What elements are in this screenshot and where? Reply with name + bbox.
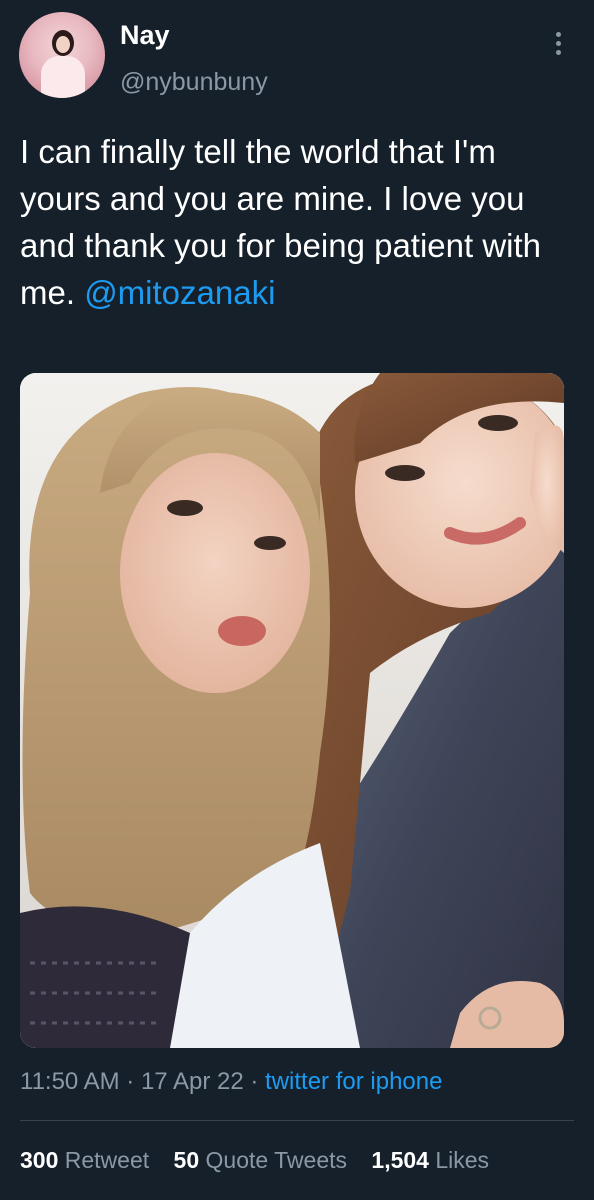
tweet-date[interactable]: 17 Apr 22: [141, 1068, 244, 1095]
meta-separator: ·: [119, 1068, 141, 1095]
tweet-time[interactable]: 11:50 AM: [20, 1068, 120, 1095]
display-name[interactable]: Nay: [120, 22, 170, 49]
retweets-count: 300: [20, 1147, 59, 1173]
quote-tweets-stat[interactable]: 50 Quote Tweets: [174, 1147, 347, 1173]
retweets-stat[interactable]: 300 Retweet: [20, 1147, 149, 1173]
more-vertical-icon[interactable]: [548, 28, 568, 58]
avatar[interactable]: [19, 12, 105, 98]
retweets-label: Retweet: [64, 1147, 150, 1173]
divider: [20, 1120, 574, 1121]
user-handle[interactable]: @nybunbuny: [120, 70, 268, 95]
tweet-source-link[interactable]: twitter for iphone: [265, 1068, 442, 1095]
likes-count: 1,504: [371, 1147, 429, 1173]
likes-stat[interactable]: 1,504 Likes: [371, 1147, 489, 1173]
tweet-photo[interactable]: [20, 373, 564, 1048]
likes-label: Likes: [435, 1147, 490, 1173]
quotes-count: 50: [173, 1147, 200, 1173]
meta-separator: ·: [243, 1068, 266, 1095]
tweet-stats: 300 Retweet 50 Quote Tweets 1,504 Likes: [20, 1147, 507, 1174]
quotes-label: Quote Tweets: [205, 1147, 348, 1173]
tweet-detail: Nay @nybunbuny I can finally tell the wo…: [0, 0, 594, 1200]
mention-link[interactable]: @mitozanaki: [84, 274, 275, 311]
tweet-meta: 11:50 AM · 17 Apr 22 · twitter for iphon…: [20, 1068, 442, 1096]
tweet-text: I can finally tell the world that I'm yo…: [20, 128, 575, 316]
